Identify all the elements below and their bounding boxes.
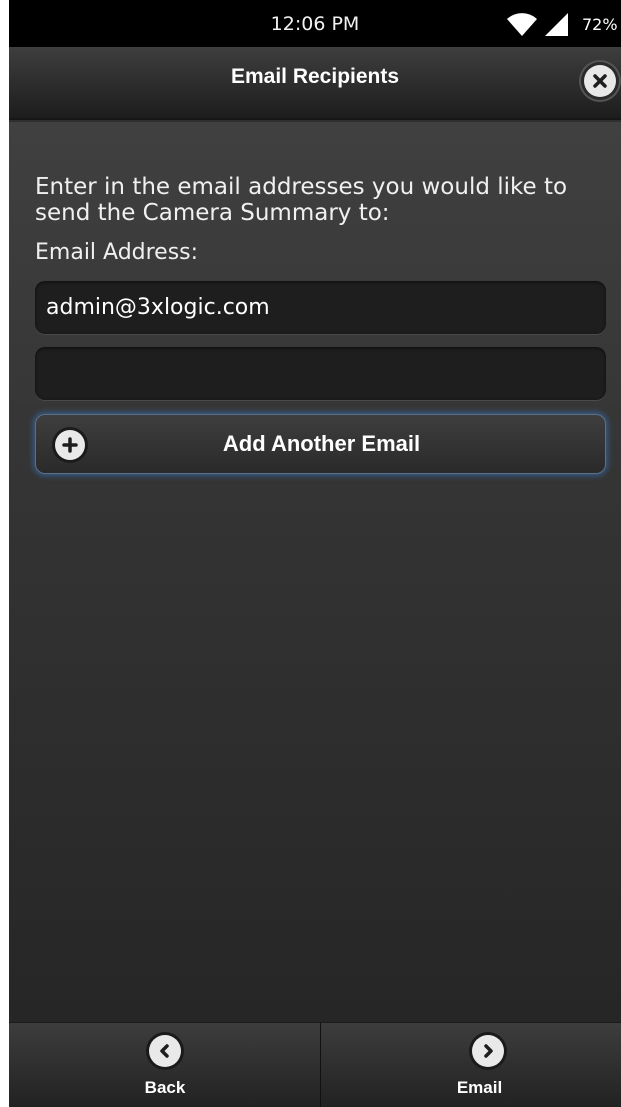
email-field-1[interactable] [35, 281, 606, 334]
close-icon [584, 65, 616, 97]
email-field-2[interactable] [35, 347, 606, 400]
add-email-label: Add Another Email [222, 431, 421, 456]
app-screen: 12:06 PM 72% Email Recipients Enter in t… [9, 0, 621, 1107]
signal-icon [545, 13, 568, 36]
close-button[interactable] [579, 60, 621, 102]
back-button[interactable]: Back [9, 1023, 321, 1107]
back-label: Back [144, 1078, 186, 1097]
add-another-email-button[interactable]: Add Another Email [35, 414, 606, 474]
status-bar: 12:06 PM 72% [9, 0, 621, 47]
content-area: Enter in the email addresses you would l… [9, 122, 621, 1022]
instruction-text: Enter in the email addresses you would l… [35, 174, 568, 226]
wifi-icon [507, 13, 537, 37]
battery-level: 72% [582, 15, 618, 34]
page-title: Email Recipients [230, 65, 400, 88]
email-address-label: Email Address: [35, 240, 199, 265]
footer-toolbar: Back Email [9, 1022, 621, 1107]
header-bar: Email Recipients [9, 47, 621, 120]
email-button[interactable]: Email [322, 1023, 621, 1107]
email-label: Email [456, 1078, 503, 1097]
chevron-right-icon [472, 1035, 504, 1067]
chevron-left-icon [149, 1035, 181, 1067]
